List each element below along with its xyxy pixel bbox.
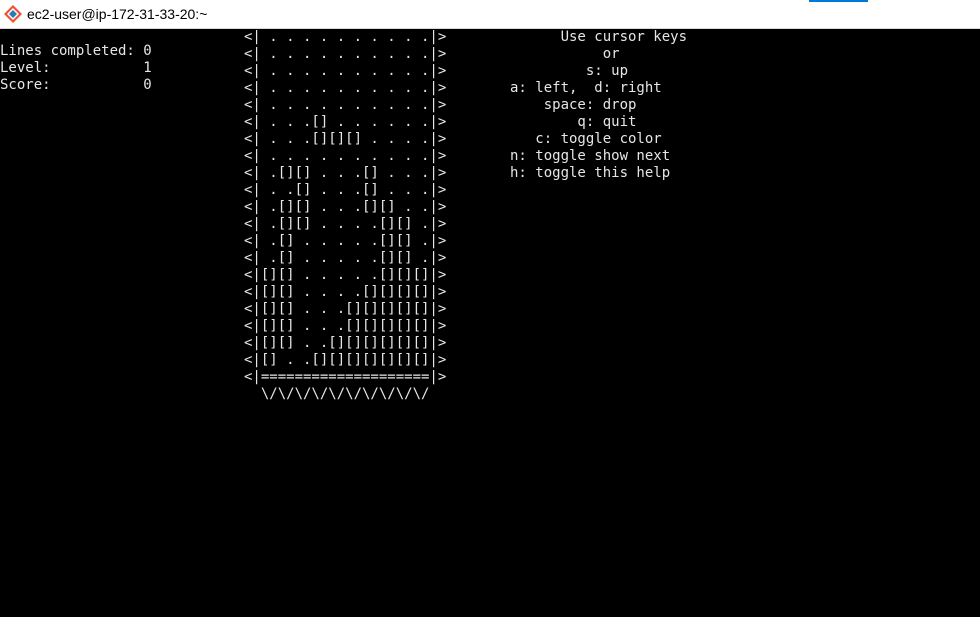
- help-line: Use cursor keys: [510, 29, 688, 45]
- title-bar-accent: [809, 0, 868, 2]
- title-bar[interactable]: ec2-user@ip-172-31-33-20:~: [0, 0, 980, 29]
- score-stat: Score: 0: [0, 77, 152, 93]
- board-row: <|[][] . . . .[][][][]|>: [244, 284, 447, 300]
- window-title: ec2-user@ip-172-31-33-20:~: [27, 6, 208, 22]
- board-row: <| .[][] . . . .[][] .|>: [244, 216, 447, 232]
- board-row: <| . . .[] . . . . . .|>: [244, 114, 447, 130]
- level-stat: Level: 1: [0, 60, 152, 76]
- lines-completed-stat: Lines completed: 0: [0, 43, 152, 59]
- board-row: <| . . . . . . . . . .|>: [244, 46, 447, 62]
- board-row: <| . . . . . . . . . .|>: [244, 29, 447, 45]
- help-line: or: [510, 46, 620, 62]
- help-line: s: up: [510, 63, 629, 79]
- board-row: <| .[] . . . . .[][] .|>: [244, 250, 447, 266]
- help-line: space: drop: [510, 97, 637, 113]
- board-row: <|[] . .[][][][][][][]|>: [244, 352, 447, 368]
- board-row: <| . . . . . . . . . .|>: [244, 148, 447, 164]
- board-row: <| . . . . . . . . . .|>: [244, 97, 447, 113]
- board-row: <|[][] . .[][][][][][]|>: [244, 335, 447, 351]
- board-row: <| . . . . . . . . . .|>: [244, 63, 447, 79]
- help-line: c: toggle color: [510, 131, 662, 147]
- help-line: q: quit: [510, 114, 637, 130]
- board-row: <| .[][] . . .[] . . .|>: [244, 165, 447, 181]
- board-row: <| . .[] . . .[] . . .|>: [244, 182, 447, 198]
- terminal-window: ec2-user@ip-172-31-33-20:~ Lines complet…: [0, 0, 980, 617]
- board-row: <| . . .[][][] . . . .|>: [244, 131, 447, 147]
- help-line: n: toggle show next: [510, 148, 671, 164]
- git-bash-icon: [4, 5, 22, 23]
- board-row: <| .[] . . . . .[][] .|>: [244, 233, 447, 249]
- board-row: <|[][] . . .[][][][][]|>: [244, 318, 447, 334]
- help-line: a: left, d: right: [510, 80, 662, 96]
- help-line: h: toggle this help: [510, 165, 671, 181]
- board-row: <|[][] . . . . .[][][]|>: [244, 267, 447, 283]
- board-row: <| .[][] . . .[][] . .|>: [244, 199, 447, 215]
- terminal-area[interactable]: Lines completed: 0 Level: 1 Score: 0 <| …: [0, 29, 980, 617]
- board-row: <| . . . . . . . . . .|>: [244, 80, 447, 96]
- board-row: <|[][] . . .[][][][][]|>: [244, 301, 447, 317]
- board-floor: <|====================|>: [244, 369, 447, 385]
- board-base: \/\/\/\/\/\/\/\/\/\/: [244, 386, 430, 402]
